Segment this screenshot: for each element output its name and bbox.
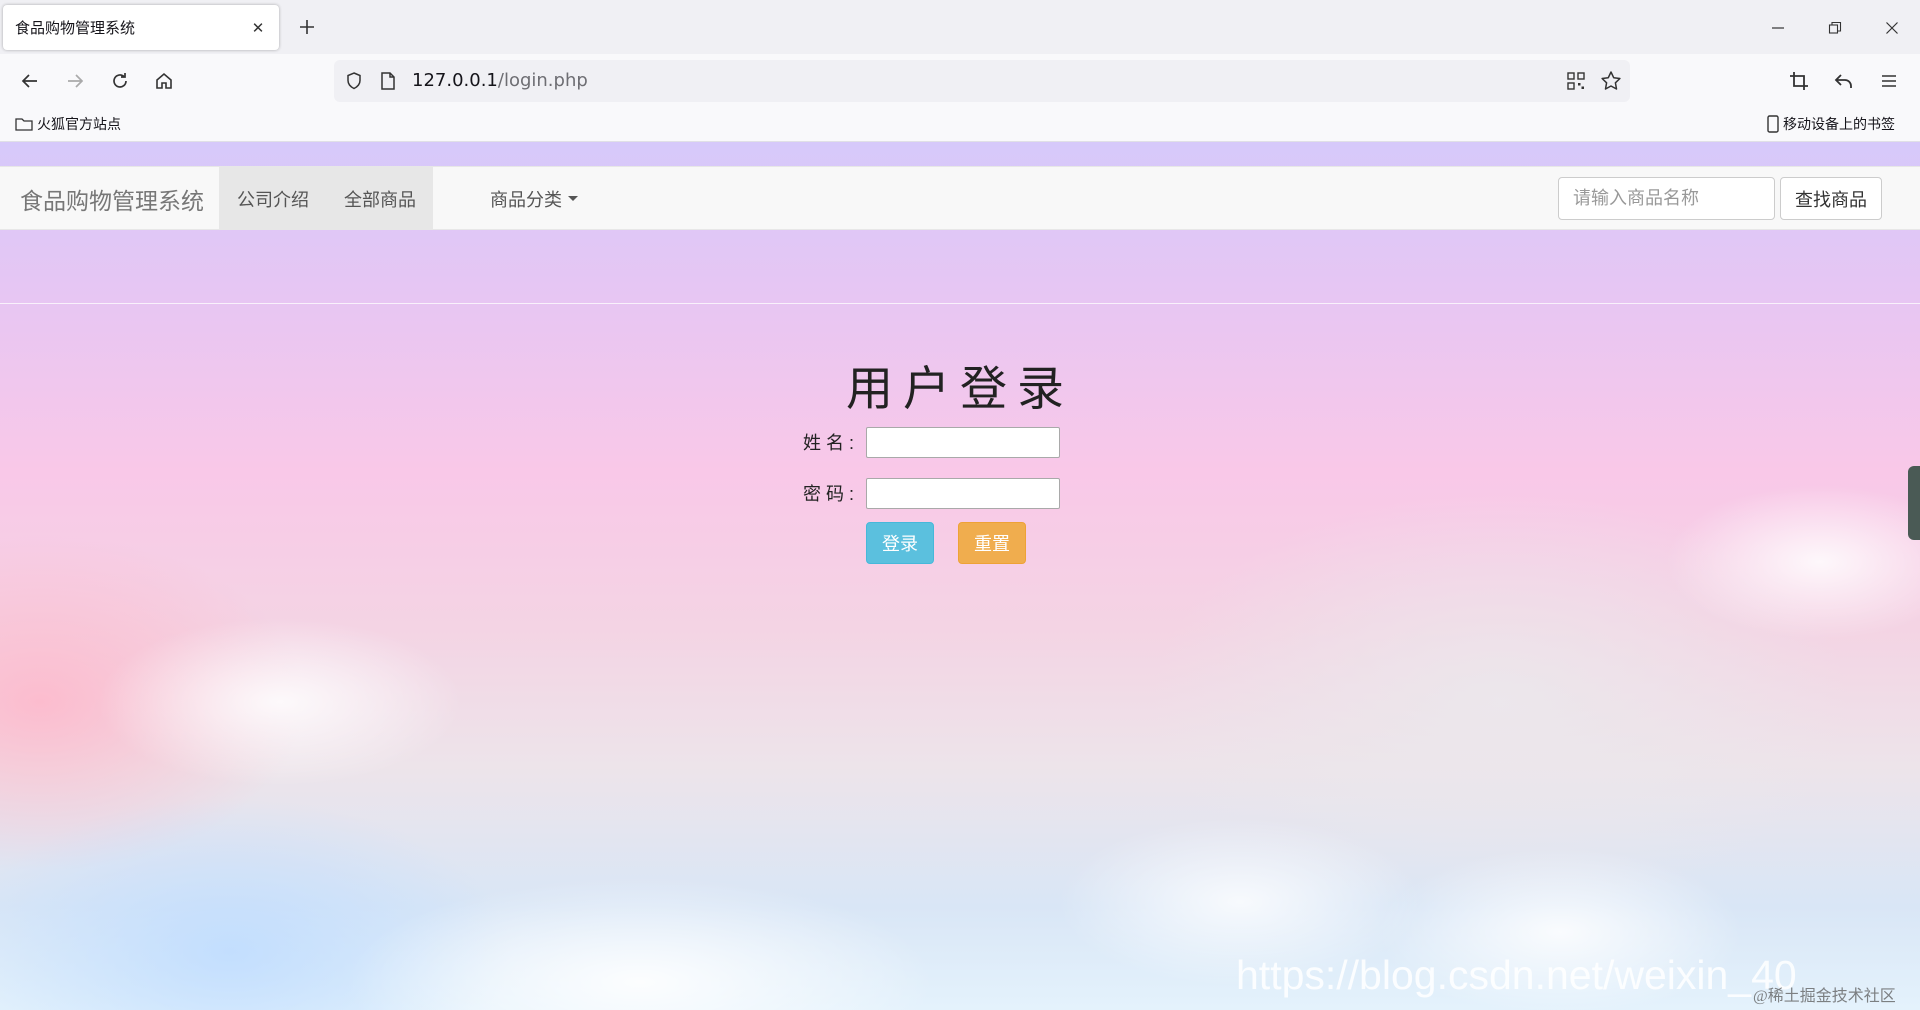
- minimize-button[interactable]: [1764, 14, 1792, 42]
- mobile-device-icon: [1767, 115, 1779, 133]
- close-tab-icon[interactable]: ✕: [247, 17, 269, 39]
- username-label: 姓名:: [803, 433, 860, 453]
- home-button[interactable]: [148, 65, 180, 97]
- watermark-community: @稀土掘金技术社区: [1753, 988, 1896, 1005]
- close-window-button[interactable]: [1878, 14, 1906, 42]
- bookmark-firefox-official[interactable]: 火狐官方站点: [15, 114, 121, 134]
- url-bar[interactable]: 127.0.0.1/login.php: [334, 60, 1630, 102]
- bookmark-label: 移动设备上的书签: [1783, 117, 1895, 133]
- hamburger-menu-icon: [1882, 75, 1896, 87]
- url-host: 127.0.0.1: [412, 70, 498, 91]
- crop-icon: [1790, 72, 1808, 90]
- reload-button[interactable]: [104, 65, 136, 97]
- nav-product-category-dropdown[interactable]: 商品分类: [470, 167, 598, 230]
- url-text[interactable]: 127.0.0.1/login.php: [412, 70, 588, 91]
- new-tab-button[interactable]: [292, 12, 322, 42]
- login-button[interactable]: 登录: [866, 522, 934, 564]
- url-path: /login.php: [497, 70, 588, 91]
- page-viewport: 食品购物管理系统 公司介绍 全部商品 商品分类 查找商品 用户登录 姓名: 密码…: [0, 142, 1920, 1010]
- password-input[interactable]: [866, 478, 1060, 509]
- close-icon: [1886, 22, 1898, 34]
- back-button[interactable]: [14, 65, 46, 97]
- nav-company-intro[interactable]: 公司介绍: [219, 167, 327, 230]
- browser-toolbar: 127.0.0.1/login.php: [0, 54, 1920, 108]
- restore-button[interactable]: [1821, 14, 1849, 42]
- home-icon: [156, 72, 172, 89]
- product-search-input[interactable]: [1558, 177, 1775, 220]
- reset-button[interactable]: 重置: [958, 522, 1026, 564]
- minimize-icon: [1772, 27, 1784, 29]
- browser-tab-active[interactable]: 食品购物管理系统 ✕: [3, 5, 279, 50]
- browser-tab-bar: 食品购物管理系统 ✕: [0, 0, 1920, 54]
- folder-icon: [15, 118, 33, 131]
- arrow-left-icon: [21, 74, 37, 88]
- menu-button[interactable]: [1873, 65, 1905, 97]
- shield-icon: [347, 72, 361, 90]
- search-products-button[interactable]: 查找商品: [1780, 177, 1882, 220]
- bookmark-label: 火狐官方站点: [37, 117, 121, 133]
- tab-title: 食品购物管理系统: [15, 19, 136, 37]
- qr-code-icon[interactable]: [1566, 71, 1586, 91]
- bookmarks-bar: 火狐官方站点 移动设备上的书签: [0, 108, 1920, 142]
- password-label: 密码:: [803, 484, 860, 504]
- arrow-right-icon: [68, 74, 84, 88]
- caret-down-icon: [568, 196, 578, 201]
- side-panel-handle[interactable]: [1908, 466, 1920, 540]
- divider: [0, 303, 1920, 304]
- bookmark-mobile[interactable]: 移动设备上的书签: [1767, 114, 1895, 134]
- forward-button[interactable]: [59, 65, 91, 97]
- username-input[interactable]: [866, 427, 1060, 458]
- undo-icon: [1834, 74, 1852, 88]
- site-brand[interactable]: 食品购物管理系统: [20, 182, 204, 216]
- screenshot-button[interactable]: [1783, 65, 1815, 97]
- nav-category-label: 商品分类: [490, 189, 562, 211]
- page-icon: [381, 72, 395, 90]
- site-navbar: 食品购物管理系统 公司介绍 全部商品 商品分类 查找商品: [0, 166, 1920, 230]
- watermark-url: https://blog.csdn.net/weixin_40: [1236, 952, 1797, 998]
- star-icon[interactable]: [1600, 70, 1622, 92]
- restore-icon: [1828, 21, 1842, 34]
- undo-button[interactable]: [1828, 65, 1860, 97]
- nav-all-products[interactable]: 全部商品: [327, 167, 433, 230]
- plus-icon: [300, 20, 314, 34]
- login-title: 用户登录: [846, 362, 1074, 415]
- reload-icon: [113, 73, 127, 88]
